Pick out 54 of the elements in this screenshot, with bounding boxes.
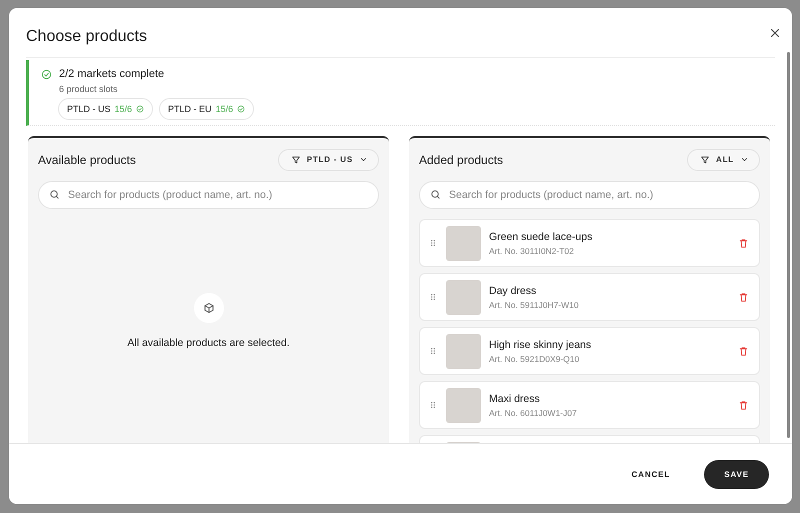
product-name: Maxi dress bbox=[489, 392, 541, 404]
check-circle-icon bbox=[41, 68, 52, 80]
trash-icon bbox=[738, 292, 749, 302]
panel-title: Added products bbox=[419, 152, 504, 166]
chevron-down-icon bbox=[740, 155, 749, 164]
market-name: PTLD - US bbox=[67, 104, 111, 114]
close-icon bbox=[769, 26, 781, 38]
save-button[interactable]: SAVE bbox=[704, 460, 769, 488]
cube-icon bbox=[202, 302, 214, 314]
product-card[interactable]: Day dress Art. No. 5911J0H7-W10 bbox=[419, 273, 760, 321]
dialog-title: Choose products bbox=[26, 28, 147, 46]
search-field[interactable]: Search for products (product name, art. no.) bbox=[38, 181, 379, 209]
photo-placeholder bbox=[446, 280, 481, 314]
product-name: Day dress bbox=[489, 284, 538, 296]
search-icon bbox=[49, 189, 60, 200]
scrollbar[interactable] bbox=[787, 52, 790, 438]
product-card[interactable]: Maxi dress Art. No. 6011J0W1-J07 bbox=[419, 381, 760, 429]
delete-button[interactable] bbox=[738, 400, 749, 410]
chevron-down-icon bbox=[359, 155, 368, 164]
status-subtitle: 6 product slots bbox=[59, 84, 119, 94]
product-name: Green suede lace-ups bbox=[489, 230, 594, 242]
drag-handle-icon bbox=[429, 346, 437, 356]
filter-icon bbox=[700, 154, 710, 164]
market-count: 15/6 bbox=[216, 104, 234, 114]
search-icon bbox=[430, 189, 441, 200]
article-number: Art. No. 6011J0W1-J07 bbox=[489, 408, 578, 418]
delete-button[interactable] bbox=[738, 346, 749, 356]
article-number: Art. No. 3011I0N2-T02 bbox=[489, 246, 575, 256]
delete-button[interactable] bbox=[738, 238, 749, 248]
search-field[interactable]: Search for products (product name, art. no.) bbox=[419, 181, 760, 209]
filter-button[interactable]: PTLD - US bbox=[278, 148, 379, 170]
cancel-button[interactable]: CANCEL bbox=[625, 468, 676, 480]
delete-button[interactable] bbox=[738, 292, 749, 302]
filter-icon bbox=[290, 154, 301, 164]
trash-icon bbox=[738, 346, 749, 356]
drag-handle-icon bbox=[429, 238, 437, 248]
product-name: High rise skinny jeans bbox=[489, 338, 592, 350]
market-name: PTLD - EU bbox=[168, 104, 212, 114]
product-card[interactable]: High rise skinny jeans Art. No. 5921D0X9-Q10 bbox=[419, 327, 760, 375]
trash-icon bbox=[738, 238, 749, 248]
drag-handle-icon bbox=[429, 292, 437, 302]
status-title: 2/2 markets complete bbox=[59, 68, 164, 80]
empty-message: All available products are selected. bbox=[127, 337, 290, 349]
panel-title: Available products bbox=[38, 152, 136, 166]
trash-icon bbox=[738, 400, 749, 410]
photo-placeholder bbox=[446, 388, 481, 422]
market-count: 15/6 bbox=[114, 104, 132, 114]
product-card[interactable]: Green suede lace-ups Art. No. 3011I0N2-T02 bbox=[419, 219, 760, 267]
drag-handle-icon bbox=[429, 400, 437, 410]
article-number: Art. No. 5921D0X9-Q10 bbox=[489, 354, 580, 364]
article-number: Art. No. 5911J0H7-W10 bbox=[489, 300, 580, 310]
photo-placeholder bbox=[446, 334, 481, 368]
filter-button[interactable]: ALL bbox=[687, 148, 760, 170]
photo-placeholder bbox=[446, 226, 481, 260]
